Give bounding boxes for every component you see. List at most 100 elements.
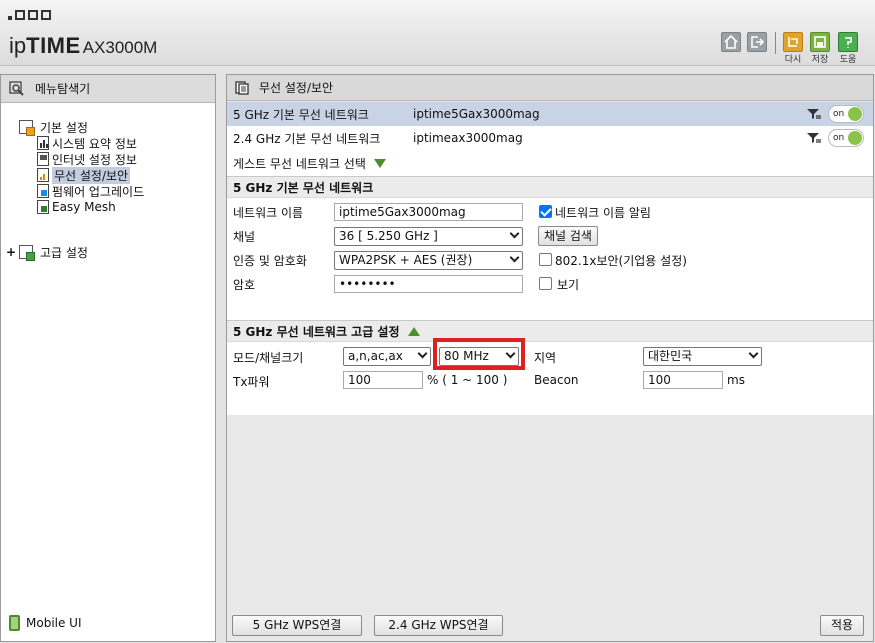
enterprise-label: 802.1x보안(기업용 설정) [555,254,687,268]
network-row-5ghz[interactable]: 5 GHz 기본 무선 네트워크 iptime5Gax3000mag on [227,102,873,126]
tree-group-advanced-label: 고급 설정 [40,245,88,260]
filter-icon[interactable] [807,108,821,120]
help-label: 도움 [839,55,857,65]
help-button[interactable] [838,32,858,52]
filter-icon[interactable] [807,132,821,144]
guest-network-select[interactable]: 게스트 무선 네트워크 선택 [233,155,386,172]
monitor-page-icon [37,152,49,166]
region-select[interactable]: 대한민국 [643,347,762,366]
tree-item-easy-mesh[interactable]: Easy Mesh [37,199,116,215]
tree-group-basic-label: 기본 설정 [40,120,88,135]
home-button[interactable] [721,32,741,52]
header-divider [775,32,776,54]
row-mode: 모드/채널크기 a,n,ac,ax 80 MHz 지역 대한민국 [227,345,873,369]
tree-item-wireless-security[interactable]: 무선 설정/보안 [37,166,131,184]
wps-5ghz-button[interactable]: 5 GHz WPS연결 [232,615,362,636]
mesh-page-icon [37,200,49,214]
channel-label: 채널 [233,230,256,244]
network-ssid: iptime5Gax3000mag [413,107,540,121]
auth-select[interactable]: WPA2PSK + AES (권장) [334,251,523,270]
row-channel: 채널 36 [ 5.250 GHz ] 채널 검색 [227,224,873,248]
chart-page-icon [37,136,49,150]
enterprise-checkbox[interactable] [539,253,552,266]
folder-icon [19,120,35,136]
chevron-down-icon [748,348,759,359]
region-value: 대한민국 [648,349,693,363]
reload-label: 다시 [784,55,802,65]
show-password-label: 보기 [557,278,580,292]
broadcast-checkbox[interactable] [539,205,552,218]
password-input[interactable]: •••••••• [334,275,523,293]
broadcast-label: 네트워크 이름 알림 [555,206,651,220]
section-basic-header: 5 GHz 기본 무선 네트워크 [227,176,873,198]
chevron-down-icon [417,348,428,359]
network-name-input[interactable]: iptime5Gax3000mag [334,203,523,221]
help-icon [845,37,852,48]
logout-icon [751,36,765,48]
magnifier-icon [9,80,24,96]
mode-value: a,n,ac,ax [348,349,403,363]
logout-button[interactable] [747,32,767,52]
menu-explorer-header: 메뉴탐색기 [1,75,215,103]
tree-item-internet-settings-label: 인터넷 설정 정보 [52,152,137,167]
collapse-triangle-icon[interactable] [407,326,420,336]
brand-mark-icon [8,10,51,20]
save-label: 저장 [811,55,829,65]
network-name-label: 네트워크 이름 [233,206,304,220]
mode-select[interactable]: a,n,ac,ax [343,347,431,366]
menu-explorer: 메뉴탐색기 기본 설정 시스템 요약 정보 인터넷 설정 정보 무선 설정/보안… [0,74,216,642]
network-toggle-2-4ghz[interactable]: on [828,129,864,147]
toggle-state: on [833,109,845,119]
channel-width-highlight [433,338,525,370]
page-title: 무선 설정/보안 [259,81,334,95]
apply-button[interactable]: 적용 [820,615,864,636]
mobile-ui-link[interactable]: Mobile UI [9,615,82,631]
network-ssid: iptimeax3000mag [413,131,523,145]
logo-time-text: TIME [26,33,81,58]
save-icon [814,36,826,48]
chevron-down-icon [509,252,520,263]
expand-triangle-icon[interactable] [373,159,386,168]
tree-group-basic[interactable]: 기본 설정 [19,119,88,136]
tx-power-input[interactable]: 100 [343,371,423,389]
beacon-unit: ms [727,373,745,387]
tree-item-system-summary-label: 시스템 요약 정보 [52,136,137,151]
wireless-settings-panel: 무선 설정/보안 5 GHz 기본 무선 네트워크 iptime5Gax3000… [226,74,874,642]
save-button[interactable] [810,32,830,52]
expand-toggle[interactable]: + [6,245,16,259]
tree-item-firmware-upgrade-label: 펌웨어 업그레이드 [52,184,145,199]
auth-value: WPA2PSK + AES (권장) [339,253,473,267]
channel-value: 36 [ 5.250 GHz ] [339,229,438,243]
logo-ip-text: ip [9,33,27,58]
tree-item-system-summary[interactable]: 시스템 요약 정보 [37,135,137,151]
tx-power-label: Tx파워 [233,375,270,389]
tree-item-internet-settings[interactable]: 인터넷 설정 정보 [37,151,137,167]
wifi-page-icon [37,168,49,182]
section-advanced-header: 5 GHz 무선 네트워크 고급 설정 [227,320,873,342]
auth-label: 인증 및 암호화 [233,254,307,268]
network-band-label: 2.4 GHz 기본 무선 네트워크 [233,131,381,146]
beacon-input[interactable]: 100 [643,371,723,389]
menu-explorer-title: 메뉴탐색기 [35,82,91,96]
region-label: 지역 [534,351,557,365]
tree-group-advanced[interactable]: + 고급 설정 [6,244,88,261]
document-icon [235,80,249,95]
reload-button[interactable] [783,32,803,52]
toggle-state: on [833,133,845,143]
show-password-checkbox[interactable] [539,277,552,290]
network-row-2-4ghz[interactable]: 2.4 GHz 기본 무선 네트워크 iptimeax3000mag on [227,126,873,150]
password-label: 암호 [233,278,256,292]
wps-2-4ghz-button[interactable]: 2.4 GHz WPS연결 [374,615,503,636]
section-basic-title: 5 GHz 기본 무선 네트워크 [233,180,374,195]
mode-label: 모드/채널크기 [233,351,304,365]
top-header: ipTIME AX3000M 다시 저장 도움 [0,0,875,66]
network-toggle-5ghz[interactable]: on [828,105,864,123]
firmware-page-icon [37,184,49,198]
phone-icon [9,615,20,631]
channel-scan-button[interactable]: 채널 검색 [538,226,598,246]
section-advanced-title: 5 GHz 무선 네트워크 고급 설정 [233,324,400,339]
folder-icon [19,245,35,261]
channel-select[interactable]: 36 [ 5.250 GHz ] [334,227,523,246]
tree-item-firmware-upgrade[interactable]: 펌웨어 업그레이드 [37,183,144,199]
model-name: AX3000M [82,38,158,57]
